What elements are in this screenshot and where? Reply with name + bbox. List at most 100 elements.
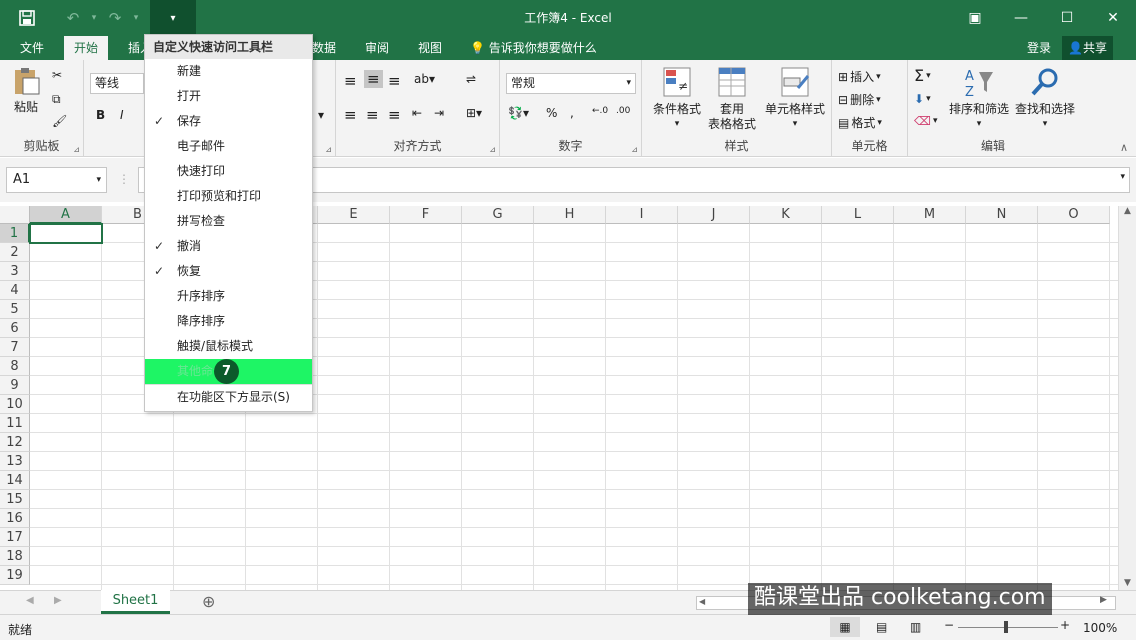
login-link[interactable]: 登录	[1027, 36, 1051, 60]
format-painter-icon[interactable]: 🖌	[52, 114, 67, 128]
decrease-decimal-icon[interactable]: .00	[616, 106, 630, 116]
align-left-icon[interactable]: ≡	[344, 106, 357, 124]
share-button[interactable]: 👤共享	[1062, 36, 1113, 60]
conditional-format-button[interactable]: ≠ 条件格式 ▾	[648, 66, 706, 132]
align-right-icon[interactable]: ≡	[388, 106, 401, 124]
alignment-launcher-icon[interactable]: ⊿	[489, 145, 496, 154]
tell-me-box[interactable]: 💡 告诉我你想要做什么	[470, 36, 597, 60]
row-header[interactable]: 18	[0, 547, 30, 566]
percent-icon[interactable]: %	[546, 106, 557, 120]
format-cells-button[interactable]: ▤ 格式 ▾	[838, 114, 882, 131]
column-header[interactable]: J	[678, 206, 750, 224]
row-header[interactable]: 14	[0, 471, 30, 490]
number-format-combo[interactable]: 常规 ▾	[506, 73, 636, 94]
increase-decimal-icon[interactable]: ←.0	[592, 106, 608, 116]
zoom-slider-thumb[interactable]	[1004, 621, 1008, 633]
delete-cells-button[interactable]: ⊟ 删除 ▾	[838, 91, 881, 108]
page-layout-icon[interactable]: ▤	[876, 620, 887, 634]
zoom-in-icon[interactable]: +	[1060, 618, 1070, 632]
column-header[interactable]: M	[894, 206, 966, 224]
menu-item[interactable]: 快速打印	[145, 159, 312, 184]
menu-item[interactable]: 打印预览和打印	[145, 184, 312, 209]
menu-item[interactable]: ✓ 撤消	[145, 234, 312, 259]
italic-icon[interactable]: I	[120, 108, 124, 122]
fill-icon[interactable]: ⬇ ▾	[914, 92, 931, 106]
copy-icon[interactable]: ⧉	[52, 92, 61, 107]
row-header[interactable]: 2	[0, 243, 30, 262]
orientation-icon[interactable]: ab▾	[414, 72, 435, 86]
menu-item[interactable]: 拼写检查	[145, 209, 312, 234]
row-header[interactable]: 12	[0, 433, 30, 452]
row-header[interactable]: 13	[0, 452, 30, 471]
column-header[interactable]: G	[462, 206, 534, 224]
row-header[interactable]: 16	[0, 509, 30, 528]
align-bottom-icon[interactable]: ≡	[388, 72, 401, 90]
scroll-up-icon[interactable]: ▲	[1119, 206, 1136, 216]
close-icon[interactable]: ✕	[1090, 0, 1136, 36]
menu-item[interactable]: 降序排序	[145, 309, 312, 334]
name-box[interactable]: A1 ▾	[6, 167, 107, 193]
align-center-icon[interactable]: ≡	[366, 106, 379, 124]
row-header[interactable]: 3	[0, 262, 30, 281]
minimize-icon[interactable]: —	[998, 0, 1044, 36]
normal-view-icon[interactable]: ▦	[830, 617, 860, 637]
merge-center-icon[interactable]: ⊞▾	[466, 106, 482, 120]
ribbon-display-icon[interactable]: ▣	[952, 0, 998, 36]
align-top-icon[interactable]: ≡	[344, 72, 357, 90]
tab-review[interactable]: 审阅	[355, 36, 399, 60]
insert-cells-button[interactable]: ⊞ 插入 ▾	[838, 68, 881, 85]
column-header[interactable]: A	[30, 206, 102, 224]
menu-item[interactable]: 电子邮件	[145, 134, 312, 159]
prev-sheet-icon[interactable]: ◀	[26, 595, 34, 606]
menu-item[interactable]: ✓ 保存	[145, 109, 312, 134]
column-header[interactable]: F	[390, 206, 462, 224]
increase-indent-icon[interactable]: ⇥	[434, 106, 444, 120]
row-header[interactable]: 8	[0, 357, 30, 376]
column-header[interactable]: E	[318, 206, 390, 224]
scroll-down-icon[interactable]: ▼	[1119, 578, 1136, 588]
font-more-icon[interactable]: ▾	[318, 108, 324, 122]
scroll-right-icon[interactable]: ▶	[1100, 595, 1107, 605]
format-as-table-button[interactable]: 套用 表格格式	[700, 66, 764, 132]
zoom-level[interactable]: 100%	[1083, 621, 1117, 635]
bold-icon[interactable]: B	[96, 108, 105, 122]
font-name-combo[interactable]: 等线	[90, 73, 144, 94]
tab-home[interactable]: 开始	[64, 36, 109, 61]
row-header[interactable]: 7	[0, 338, 30, 357]
vertical-scrollbar[interactable]: ▲ ▼	[1118, 206, 1136, 590]
scroll-left-icon[interactable]: ◀	[699, 597, 705, 606]
add-sheet-icon[interactable]: ⊕	[202, 592, 215, 611]
currency-icon[interactable]: 💱▾	[508, 106, 529, 120]
column-header[interactable]: H	[534, 206, 606, 224]
font-launcher-icon[interactable]: ⊿	[325, 145, 332, 154]
select-all-corner[interactable]	[0, 206, 30, 224]
zoom-slider[interactable]	[958, 627, 1058, 628]
autosum-icon[interactable]: Σ ▾	[914, 66, 931, 85]
menu-item[interactable]: 其他命令... 7	[145, 359, 312, 384]
dialog-launcher-icon[interactable]: ⊿	[73, 145, 80, 154]
cell-styles-button[interactable]: 单元格样式 ▾	[762, 66, 828, 132]
menu-item[interactable]: 在功能区下方显示(S)	[145, 384, 312, 409]
cut-icon[interactable]: ✂	[52, 68, 62, 82]
row-header[interactable]: 19	[0, 566, 30, 585]
row-header[interactable]: 15	[0, 490, 30, 509]
column-header[interactable]: K	[750, 206, 822, 224]
tab-view[interactable]: 视图	[408, 36, 452, 60]
column-header[interactable]: I	[606, 206, 678, 224]
maximize-icon[interactable]: ☐	[1044, 0, 1090, 36]
wrap-text-icon[interactable]: ⇌	[466, 72, 476, 86]
row-header[interactable]: 17	[0, 528, 30, 547]
row-header[interactable]: 10	[0, 395, 30, 414]
paste-button[interactable]: 粘贴	[8, 66, 44, 115]
comma-icon[interactable]: ,	[570, 106, 574, 120]
row-header[interactable]: 6	[0, 319, 30, 338]
row-header[interactable]: 4	[0, 281, 30, 300]
sort-filter-button[interactable]: AZ 排序和筛选 ▾	[946, 66, 1012, 132]
zoom-out-icon[interactable]: −	[944, 618, 954, 632]
page-break-icon[interactable]: ▥	[910, 620, 921, 634]
column-header[interactable]: N	[966, 206, 1038, 224]
column-header[interactable]: L	[822, 206, 894, 224]
menu-item[interactable]: 打开	[145, 84, 312, 109]
clear-icon[interactable]: ⌫ ▾	[914, 114, 938, 128]
decrease-indent-icon[interactable]: ⇤	[412, 106, 422, 120]
